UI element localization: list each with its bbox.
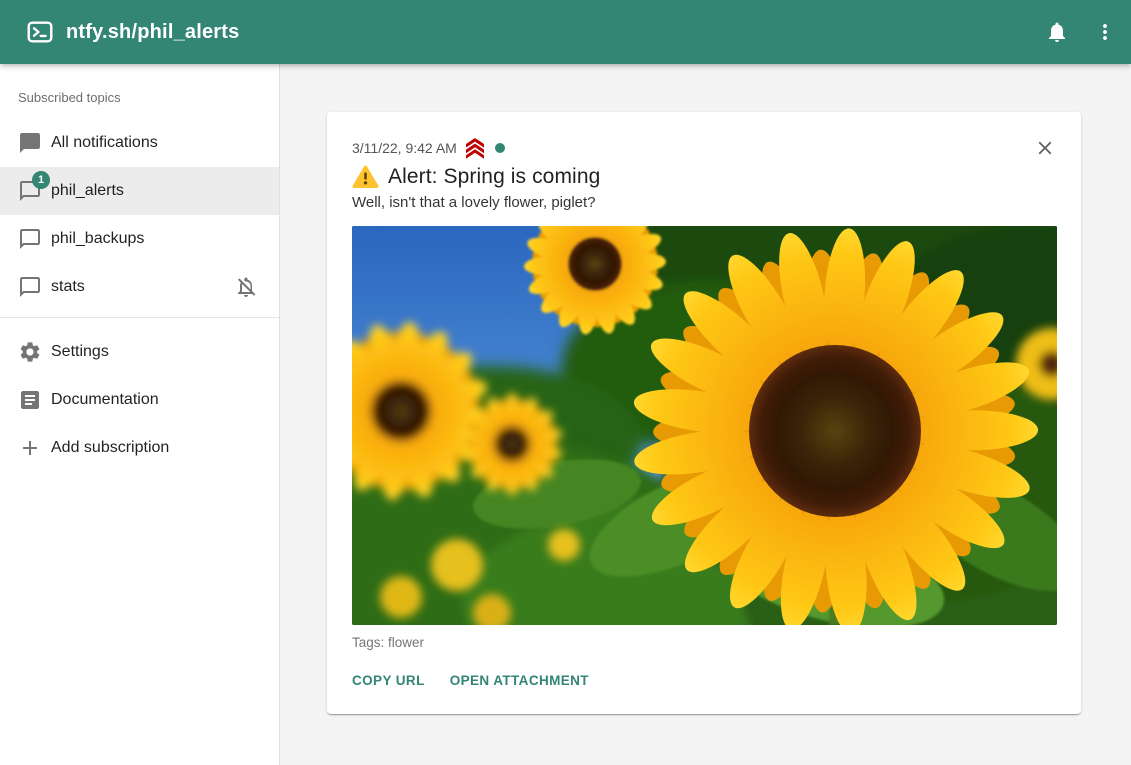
sidebar-item-documentation[interactable]: Documentation — [0, 376, 279, 424]
notification-tags: Tags: flower — [352, 635, 1057, 650]
open-attachment-button[interactable]: OPEN ATTACHMENT — [450, 671, 589, 690]
plus-icon — [18, 436, 42, 460]
sidebar-item-label: Documentation — [51, 391, 159, 409]
sidebar-item-stats[interactable]: stats — [0, 263, 279, 311]
bell-icon — [1045, 20, 1069, 44]
attachment-image[interactable] — [352, 226, 1057, 625]
close-icon — [1034, 137, 1056, 159]
sidebar-item-label: phil_alerts — [51, 182, 124, 200]
notification-meta: 3/11/22, 9:42 AM — [352, 138, 1057, 158]
notification-title: Alert: Spring is coming — [388, 165, 600, 189]
sidebar-item-settings[interactable]: Settings — [0, 328, 279, 376]
notifications-muted-icon — [234, 275, 258, 299]
sidebar-item-label: Settings — [51, 343, 109, 361]
notification-title-row: Alert: Spring is coming — [352, 165, 1057, 189]
main-content: 3/11/22, 9:42 AM Alert: Spring is coming — [280, 64, 1131, 765]
unread-count-badge: 1 — [32, 171, 50, 189]
notification-actions: COPY URL OPEN ATTACHMENT — [352, 671, 1057, 690]
sidebar-item-phil-alerts[interactable]: 1 phil_alerts — [0, 167, 279, 215]
notification-card: 3/11/22, 9:42 AM Alert: Spring is coming — [327, 112, 1081, 714]
sidebar-item-phil-backups[interactable]: phil_backups — [0, 215, 279, 263]
gear-icon — [18, 340, 42, 364]
article-icon — [18, 388, 42, 412]
app-bar-actions — [1033, 8, 1129, 56]
copy-url-button[interactable]: COPY URL — [352, 671, 425, 690]
chat-bubble-outline-icon — [18, 275, 42, 299]
priority-max-icon — [464, 138, 486, 159]
overflow-menu-button[interactable] — [1081, 8, 1129, 56]
page-title: ntfy.sh/phil_alerts — [66, 21, 1033, 44]
sidebar-item-label: Add subscription — [51, 439, 169, 457]
warning-triangle-icon — [352, 165, 379, 189]
sidebar-divider — [0, 317, 279, 318]
sidebar-item-label: phil_backups — [51, 230, 144, 248]
notification-timestamp: 3/11/22, 9:42 AM — [352, 140, 457, 156]
sidebar-item-all-notifications[interactable]: All notifications — [0, 119, 279, 167]
sidebar-item-add-subscription[interactable]: Add subscription — [0, 424, 279, 472]
unread-dot — [495, 143, 505, 153]
chat-bubble-outline-icon: 1 — [18, 179, 42, 203]
sidebar-item-label: stats — [51, 278, 85, 296]
subscribed-topics-label: Subscribed topics — [18, 90, 279, 105]
kebab-menu-icon — [1093, 20, 1117, 44]
close-notification-button[interactable] — [1025, 128, 1065, 168]
chat-bubble-outline-icon — [18, 227, 42, 251]
notification-body: Well, isn't that a lovely flower, piglet… — [352, 194, 1057, 211]
app-bar: ntfy.sh/phil_alerts — [0, 0, 1131, 64]
chat-bubble-filled-icon — [18, 131, 42, 155]
ntfy-logo-terminal-icon — [27, 19, 53, 45]
notifications-bell-button[interactable] — [1033, 8, 1081, 56]
sidebar-item-label: All notifications — [51, 134, 158, 152]
sidebar: Subscribed topics All notifications 1 ph… — [0, 64, 280, 765]
